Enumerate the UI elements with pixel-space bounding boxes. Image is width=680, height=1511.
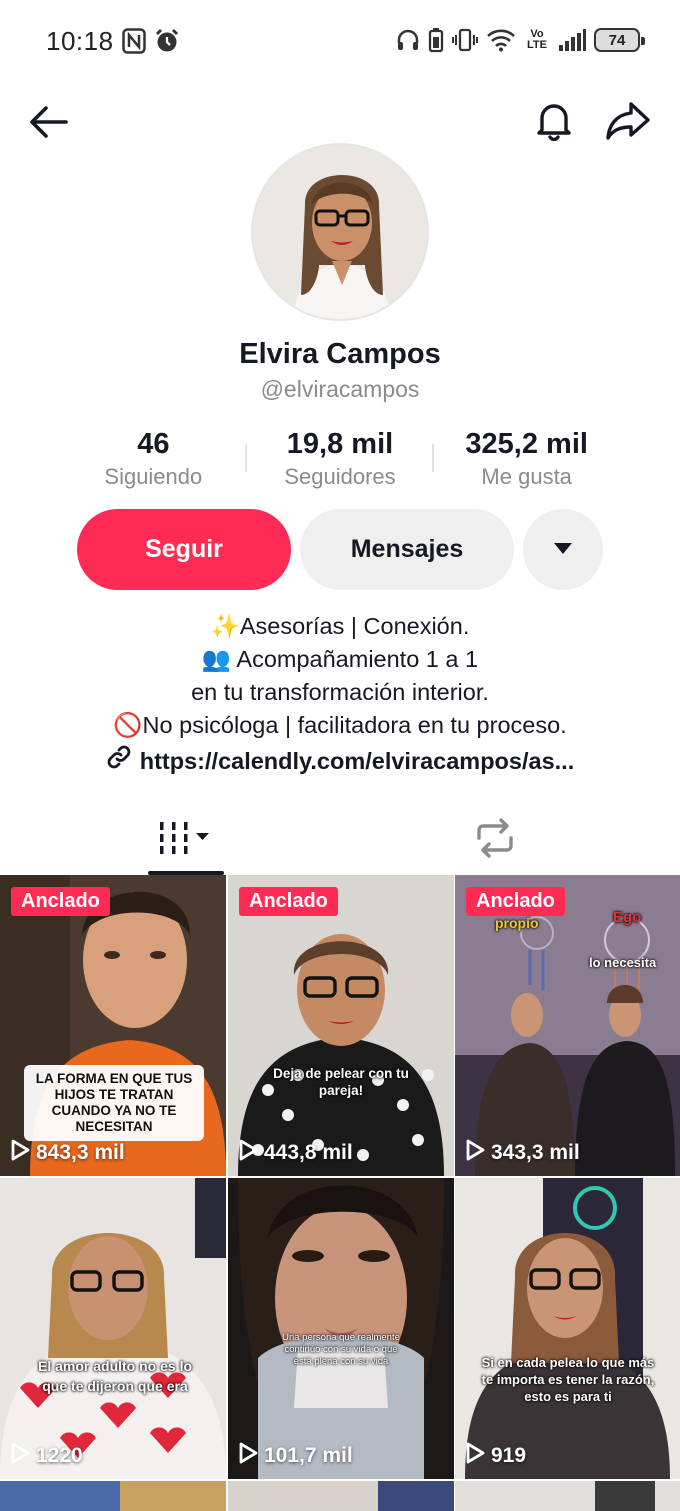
stat-likes[interactable]: 325,2 mil Me gusta	[433, 426, 620, 496]
back-arrow-icon[interactable]	[26, 102, 70, 142]
more-options-button[interactable]	[523, 509, 603, 590]
avatar[interactable]	[251, 143, 429, 321]
video-caption: propio	[495, 915, 539, 931]
view-count: 101,7 mil	[238, 1442, 353, 1470]
view-count-value: 443,8 mil	[264, 1141, 353, 1164]
pinned-badge: Anclado	[11, 887, 110, 916]
video-thumbnail	[455, 1178, 680, 1479]
bio-link[interactable]: https://calendly.com/elviracampos/as...	[106, 744, 574, 779]
video-tile[interactable]: Si en cada pelea lo que más te importa e…	[455, 1178, 680, 1479]
video-tile[interactable]: Anclado LA FORMA EN QUE TUS HIJOS TE TRA…	[0, 875, 226, 1176]
video-thumbnail	[455, 1481, 680, 1511]
video-tile[interactable]	[455, 1481, 680, 1511]
video-caption: Si en cada pelea lo que más te importa e…	[481, 1355, 655, 1404]
bio-link-row[interactable]: https://calendly.com/elviracampos/as...	[0, 744, 680, 779]
content-tabs	[0, 806, 680, 876]
vibrate-icon	[452, 27, 478, 53]
view-count-value: 843,3 mil	[36, 1141, 125, 1164]
play-icon	[10, 1442, 30, 1470]
view-count-value: 343,3 mil	[491, 1141, 580, 1164]
display-name: Elvira Campos	[239, 338, 441, 370]
alarm-icon	[154, 28, 180, 54]
stat-divider	[432, 444, 434, 472]
view-count: 919	[465, 1442, 526, 1470]
bell-icon[interactable]	[532, 98, 576, 142]
wifi-icon	[486, 28, 516, 52]
video-caption: Ego	[613, 909, 642, 926]
video-tile[interactable]	[228, 1481, 454, 1511]
headphones-icon	[396, 28, 420, 52]
profile-bio: ✨Asesorías | Conexión. 👥 Acompañamiento …	[0, 610, 680, 779]
view-count: 443,8 mil	[238, 1139, 353, 1167]
view-count: 843,3 mil	[10, 1139, 125, 1167]
play-icon	[465, 1442, 485, 1470]
bio-line: en tu transformación interior.	[191, 679, 489, 705]
stat-value: 46	[137, 428, 170, 460]
follow-button[interactable]: Seguir	[77, 509, 291, 590]
grid-icon	[158, 820, 214, 861]
play-icon	[465, 1139, 485, 1167]
profile-actions: Seguir Mensajes	[77, 509, 603, 590]
video-thumbnail	[455, 875, 680, 1176]
tab-reposts[interactable]	[462, 806, 528, 874]
play-icon	[238, 1442, 258, 1470]
video-thumbnail	[0, 1178, 226, 1479]
video-caption: LA FORMA EN QUE TUS HIJOS TE TRATAN CUAN…	[24, 1065, 204, 1141]
view-count-value: 101,7 mil	[264, 1444, 353, 1467]
video-tile[interactable]: Anclado Deja de pelear con tu pareja! 44…	[228, 875, 454, 1176]
video-tile[interactable]: El amor adulto no es lo que te dijeron q…	[0, 1178, 226, 1479]
pinned-badge: Anclado	[239, 887, 338, 916]
battery-icon: 74	[594, 28, 645, 52]
play-icon	[238, 1139, 258, 1167]
stat-followers[interactable]: 19,8 mil Seguidores	[247, 426, 434, 496]
nfc-icon	[122, 28, 146, 54]
view-count-value: 919	[491, 1444, 527, 1467]
video-caption: Deja de pelear con tu pareja!	[273, 1066, 409, 1098]
username: @elviracampos	[260, 376, 420, 402]
stat-following[interactable]: 46 Siguiendo	[60, 426, 247, 496]
bio-line: 🚫No psicóloga | facilitadora en tu proce…	[113, 712, 567, 738]
status-icons: Vo LTE 74	[396, 27, 645, 53]
share-icon[interactable]	[604, 100, 652, 142]
repost-icon	[473, 817, 517, 863]
status-time: 10:18	[46, 26, 114, 56]
stat-label: Siguiendo	[104, 464, 203, 489]
view-count-value: 1220	[36, 1444, 83, 1467]
video-tile[interactable]: Anclado propio Ego lo necesita 343,3 mil	[455, 875, 680, 1176]
battery-level: 74	[608, 31, 626, 49]
pinned-badge: Anclado	[466, 887, 565, 916]
video-tile[interactable]	[0, 1481, 226, 1511]
link-icon	[106, 744, 132, 779]
status-bar: 10:18 Vo LTE 74	[0, 0, 680, 84]
view-count: 343,3 mil	[465, 1139, 580, 1167]
volte-indicator: Vo LTE	[524, 29, 550, 51]
video-thumbnail	[228, 1178, 454, 1479]
video-thumbnail	[228, 875, 454, 1176]
stat-label: Seguidores	[284, 464, 396, 489]
battery-saver-icon	[428, 27, 444, 53]
video-grid: Anclado LA FORMA EN QUE TUS HIJOS TE TRA…	[0, 875, 680, 1511]
video-caption: Una persona que realmente continúo con s…	[282, 1332, 400, 1367]
caret-down-icon	[553, 541, 573, 558]
tab-videos[interactable]	[148, 806, 224, 874]
signal-icon	[558, 28, 586, 52]
bio-line: ✨Asesorías | Conexión.	[210, 613, 470, 639]
video-thumbnail	[0, 1481, 226, 1511]
stat-value: 325,2 mil	[465, 428, 588, 460]
volte-bottom: LTE	[527, 39, 547, 51]
video-caption: El amor adulto no es lo que te dijeron q…	[37, 1358, 193, 1394]
stat-value: 19,8 mil	[286, 428, 394, 460]
stat-label: Me gusta	[481, 464, 572, 489]
bio-link-text: https://calendly.com/elviracampos/as...	[139, 748, 575, 774]
play-icon	[10, 1139, 30, 1167]
video-thumbnail	[228, 1481, 454, 1511]
stat-divider	[245, 444, 247, 472]
video-tile[interactable]: Una persona que realmente continúo con s…	[228, 1178, 454, 1479]
message-button[interactable]: Mensajes	[300, 509, 514, 590]
video-caption: lo necesita	[589, 955, 657, 970]
profile-stats: 46 Siguiendo 19,8 mil Seguidores 325,2 m…	[60, 426, 620, 496]
view-count: 1220	[10, 1442, 83, 1470]
bio-line: 👥 Acompañamiento 1 a 1	[201, 646, 479, 672]
